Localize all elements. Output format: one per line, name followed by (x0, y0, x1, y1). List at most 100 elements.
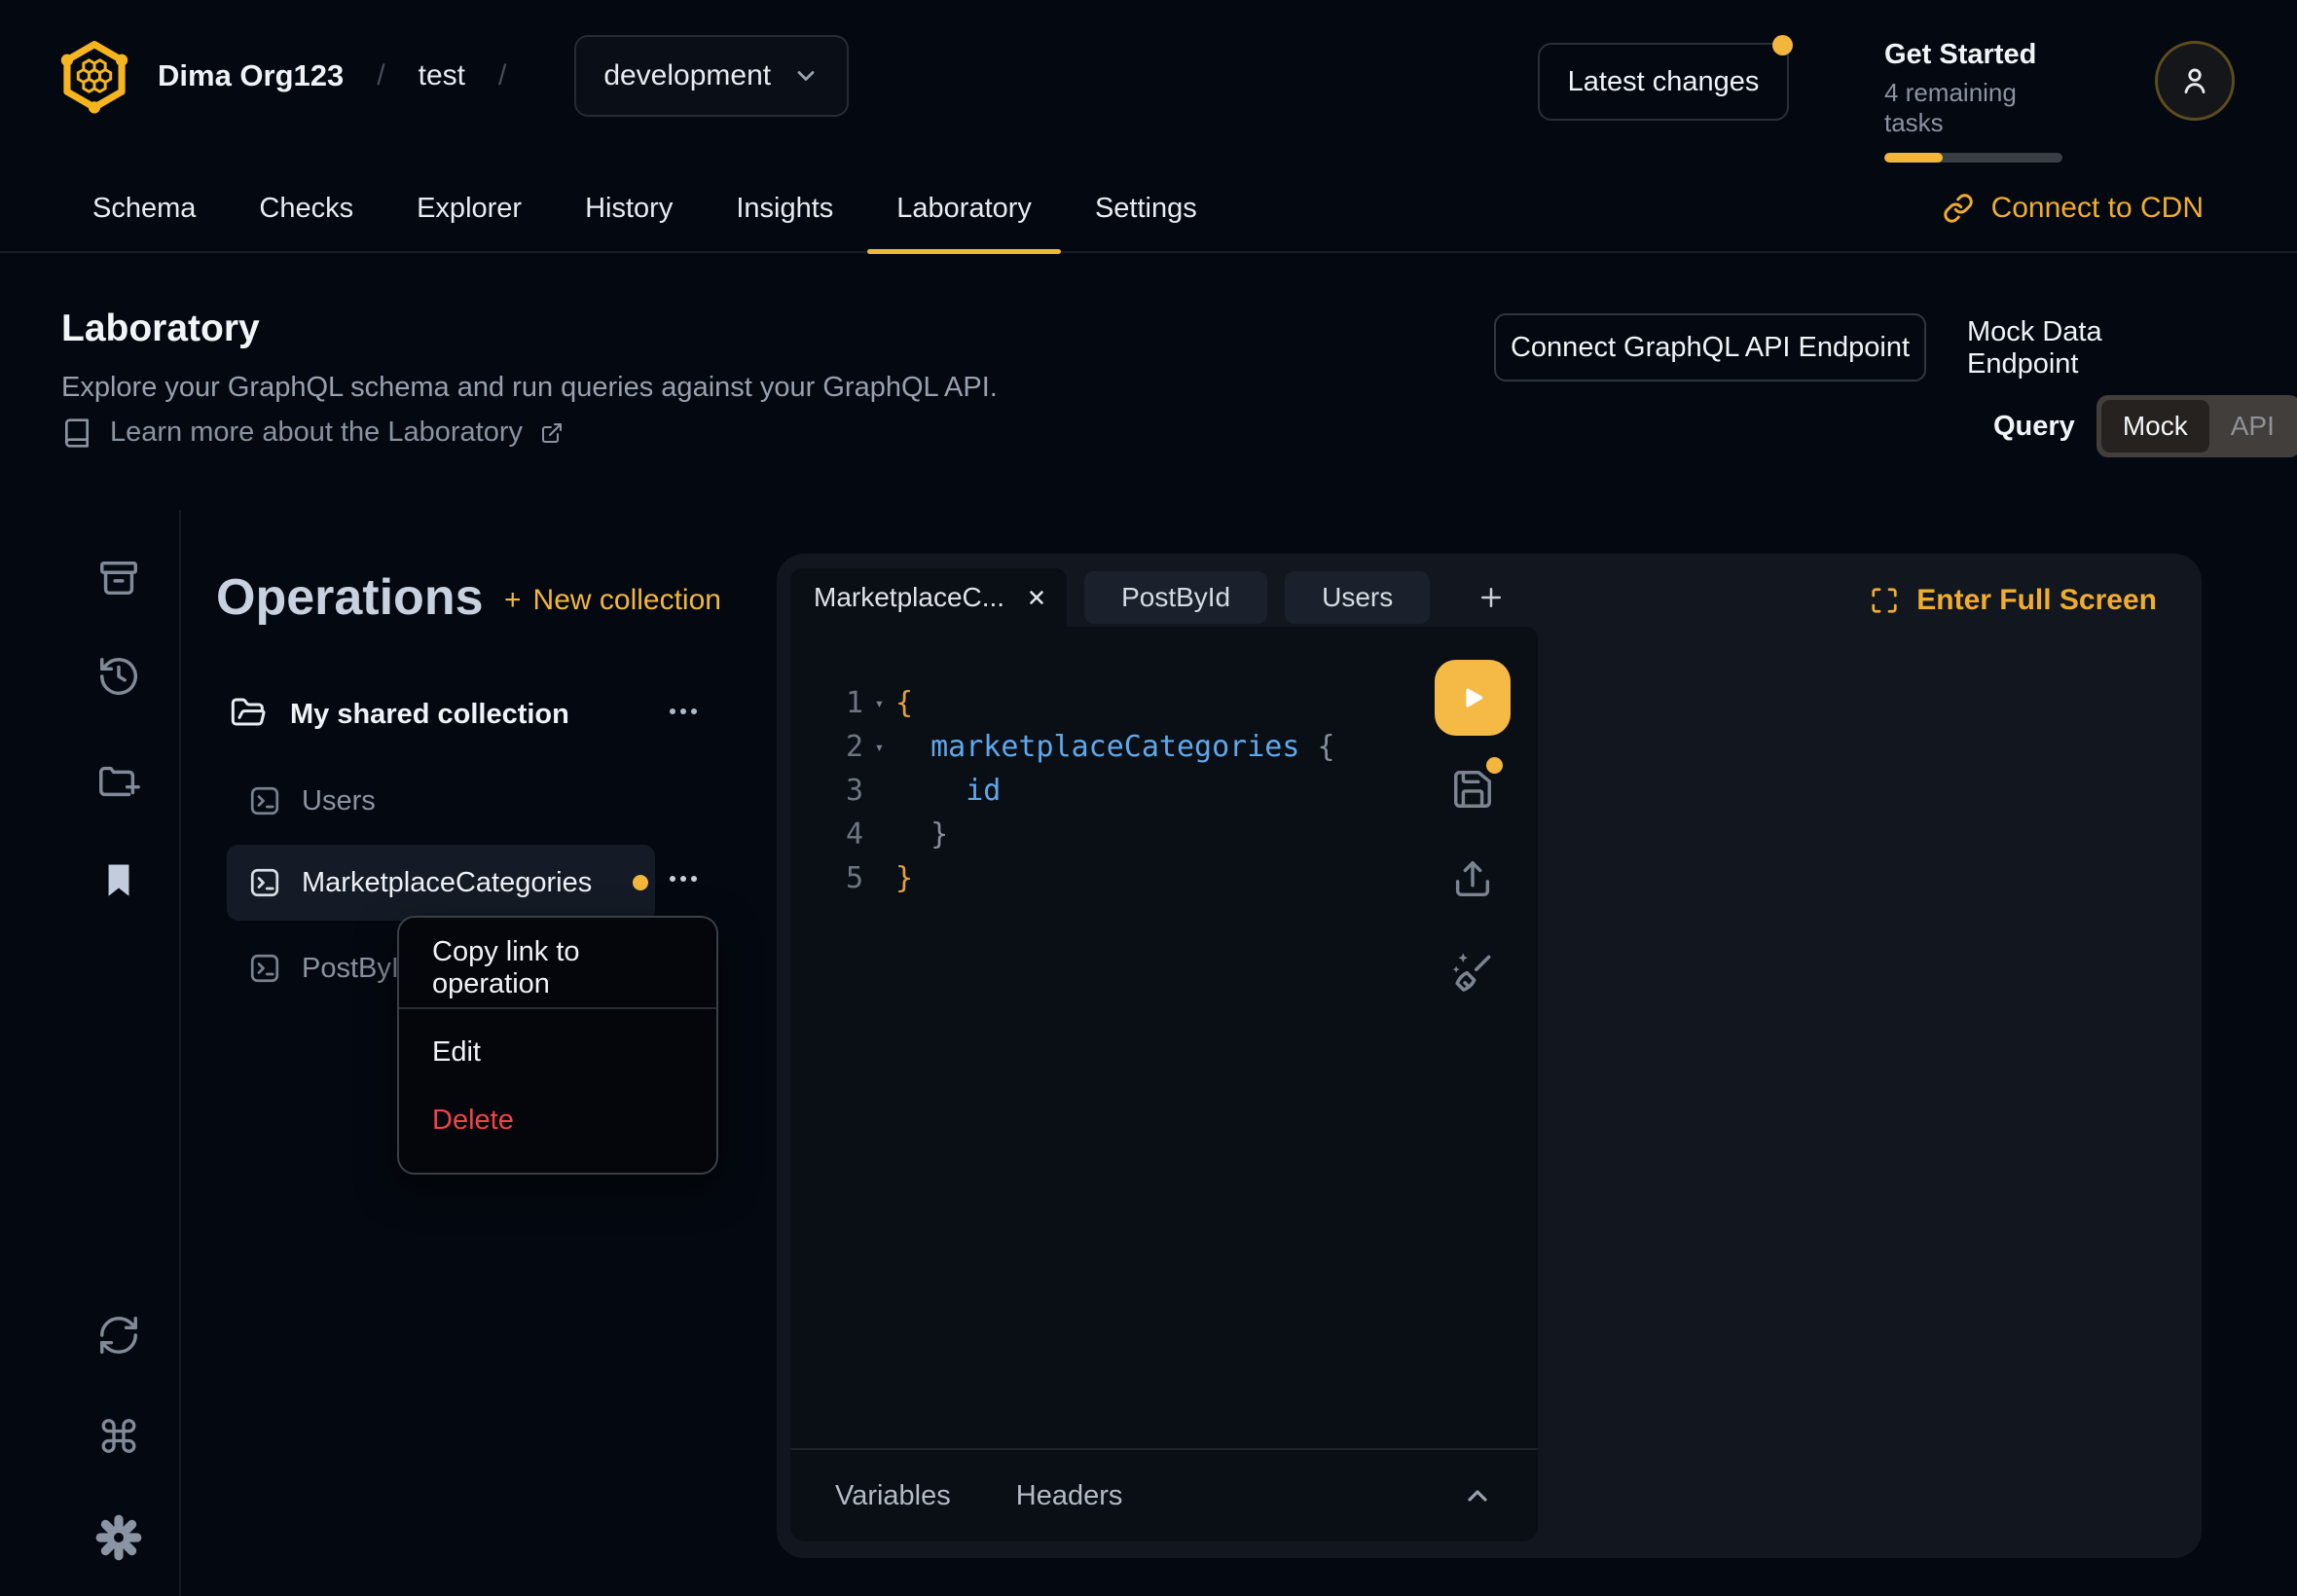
code-token: { (1317, 730, 1334, 764)
run-query-button[interactable] (1435, 660, 1511, 736)
link-chain-icon (1943, 193, 1974, 224)
connect-graphql-endpoint-button[interactable]: Connect GraphQL API Endpoint (1494, 313, 1926, 381)
tab-laboratory[interactable]: Laboratory (896, 164, 1032, 252)
bookmark-icon[interactable] (95, 857, 142, 904)
tab-schema[interactable]: Schema (92, 164, 196, 252)
tab-checks[interactable]: Checks (259, 164, 353, 252)
get-started-subtitle: 4 remaining tasks (1884, 78, 2079, 138)
code-token (895, 774, 966, 808)
fold-caret-icon[interactable]: ▾ (863, 725, 895, 769)
menu-divider (399, 1007, 716, 1009)
code-token (1299, 730, 1317, 764)
query-editor[interactable]: 1 ▾ { 2 ▾ marketplaceCategories { 3 id (790, 627, 1538, 1448)
editor-line: 2 ▾ marketplaceCategories { (790, 725, 1538, 769)
query-editor-panel: 1 ▾ { 2 ▾ marketplaceCategories { 3 id (790, 627, 1538, 1542)
notification-dot (1772, 35, 1793, 55)
code-token: { (895, 686, 913, 720)
operation-name: MarketplaceCategories (302, 867, 592, 899)
operation-context-menu: Copy link to operation Edit Delete (397, 916, 718, 1175)
collection-menu-button[interactable] (668, 707, 699, 716)
share-operation-button[interactable] (1450, 856, 1495, 901)
operation-item-marketplacecategories[interactable]: MarketplaceCategories (227, 845, 655, 921)
fullscreen-button[interactable]: Enter Full Screen (1870, 584, 2157, 617)
code-token: } (895, 861, 913, 895)
tab-explorer[interactable]: Explorer (417, 164, 522, 252)
unsaved-changes-dot (633, 875, 648, 890)
archive-box-icon[interactable] (95, 555, 142, 601)
refresh-icon[interactable] (95, 1312, 142, 1359)
project-nav: Schema Checks Explorer History Insights … (0, 165, 2297, 253)
connect-graphql-endpoint-label: Connect GraphQL API Endpoint (1511, 332, 1910, 364)
environment-selector[interactable]: development (574, 35, 849, 117)
fold-caret-icon[interactable]: ▾ (863, 681, 895, 725)
editor-line: 5 } (790, 856, 1538, 900)
command-shortcuts-icon[interactable]: ⌘ (95, 1414, 142, 1461)
code-token: marketplaceCategories (930, 730, 1299, 764)
code-token: } (930, 817, 948, 852)
save-operation-button[interactable] (1450, 767, 1495, 812)
variables-tab[interactable]: Variables (835, 1480, 951, 1512)
editor-line: 3 id (790, 769, 1538, 813)
breadcrumb-project[interactable]: test (419, 59, 465, 92)
get-started-progress-fill (1884, 153, 1943, 163)
code-token (895, 817, 930, 852)
headers-tab[interactable]: Headers (1016, 1480, 1123, 1512)
prettify-button[interactable] (1448, 948, 1497, 997)
menu-item-copy-link[interactable]: Copy link to operation (401, 941, 714, 996)
code-token (895, 730, 930, 764)
editor-tab-label: PostById (1121, 582, 1230, 613)
latest-changes-button[interactable]: Latest changes (1538, 43, 1789, 121)
new-collection-label: New collection (533, 584, 721, 617)
connect-cdn-link[interactable]: Connect to CDN (1943, 192, 2204, 225)
operation-name: Users (302, 785, 376, 817)
mock-data-endpoint-label: Mock Data Endpoint (1967, 316, 2212, 381)
user-avatar[interactable] (2155, 41, 2235, 121)
editor-tab-postbyid[interactable]: PostById (1084, 571, 1267, 624)
collection-name: My shared collection (290, 699, 569, 731)
hive-logo-icon[interactable] (58, 34, 130, 118)
get-started-progressbar (1884, 153, 2062, 163)
unsaved-dot (1486, 757, 1503, 774)
editor-tab-marketplacecategories[interactable]: MarketplaceC... (790, 568, 1067, 627)
editor-tab-users[interactable]: Users (1285, 571, 1430, 624)
chevron-up-icon[interactable] (1462, 1480, 1493, 1511)
new-tab-button[interactable] (1465, 571, 1517, 624)
line-number: 3 (790, 769, 863, 813)
new-collection-button[interactable]: + New collection (504, 584, 721, 617)
operations-title: Operations (216, 568, 484, 627)
editor-line: 4 } (790, 813, 1538, 856)
get-started-title: Get Started (1884, 39, 2079, 71)
breadcrumb-org[interactable]: Dima Org123 (158, 58, 344, 93)
mock-data-endpoint-button[interactable]: Mock Data Endpoint (1967, 329, 2212, 368)
menu-item-delete[interactable]: Delete (401, 1093, 714, 1147)
learn-more-link[interactable]: Learn more about the Laboratory (61, 417, 564, 449)
toggle-option-mock[interactable]: Mock (2101, 400, 2209, 453)
operation-menu-button[interactable] (668, 874, 699, 884)
get-started-widget[interactable]: Get Started 4 remaining tasks (1884, 39, 2079, 163)
play-icon (1456, 681, 1489, 714)
latest-changes-label: Latest changes (1568, 66, 1760, 98)
external-link-icon (540, 421, 564, 445)
fullscreen-label: Enter Full Screen (1916, 584, 2157, 617)
chevron-down-icon (792, 62, 820, 90)
collection-header[interactable]: My shared collection (230, 695, 569, 734)
editor-footer: Variables Headers (790, 1448, 1538, 1542)
folder-plus-icon[interactable] (95, 757, 142, 804)
tab-settings[interactable]: Settings (1095, 164, 1197, 252)
query-mode-toggle: Mock API (2096, 395, 2297, 457)
tab-history[interactable]: History (585, 164, 673, 252)
settings-gear-icon[interactable] (95, 1514, 142, 1561)
folder-open-icon (230, 695, 269, 734)
code-token: id (966, 774, 1001, 808)
plus-icon: + (504, 584, 522, 617)
tab-insights[interactable]: Insights (736, 164, 833, 252)
operation-item-users[interactable]: Users (227, 763, 655, 839)
close-tab-icon[interactable] (1026, 587, 1047, 608)
environment-value: development (603, 59, 771, 92)
expand-icon (1870, 586, 1899, 615)
editor-tabs: MarketplaceC... PostById Users (790, 568, 1517, 627)
learn-more-label: Learn more about the Laboratory (110, 417, 523, 449)
menu-item-edit[interactable]: Edit (401, 1025, 714, 1079)
toggle-option-api[interactable]: API (2209, 400, 2296, 453)
history-icon[interactable] (95, 653, 142, 700)
